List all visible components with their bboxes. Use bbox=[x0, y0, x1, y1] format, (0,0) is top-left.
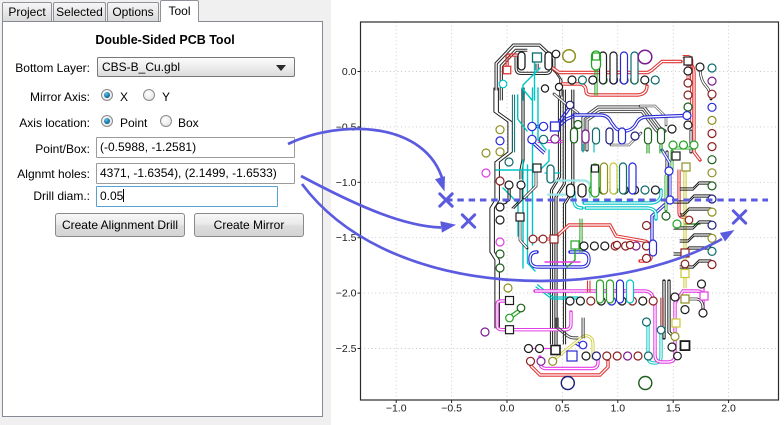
svg-text:−1.0: −1.0 bbox=[386, 403, 407, 415]
svg-text:−0.5: −0.5 bbox=[441, 403, 462, 415]
svg-text:0.5: 0.5 bbox=[555, 403, 570, 415]
svg-text:1.0: 1.0 bbox=[610, 403, 625, 415]
svg-text:−1.5: −1.5 bbox=[336, 232, 357, 244]
svg-text:1.5: 1.5 bbox=[666, 403, 681, 415]
svg-text:−1.0: −1.0 bbox=[336, 177, 357, 189]
svg-text:−2.0: −2.0 bbox=[336, 288, 357, 300]
svg-text:0.0: 0.0 bbox=[342, 66, 357, 78]
svg-text:−0.5: −0.5 bbox=[336, 121, 357, 133]
svg-text:−2.5: −2.5 bbox=[336, 343, 357, 355]
svg-text:2.0: 2.0 bbox=[721, 403, 736, 415]
svg-text:0.0: 0.0 bbox=[500, 403, 515, 415]
